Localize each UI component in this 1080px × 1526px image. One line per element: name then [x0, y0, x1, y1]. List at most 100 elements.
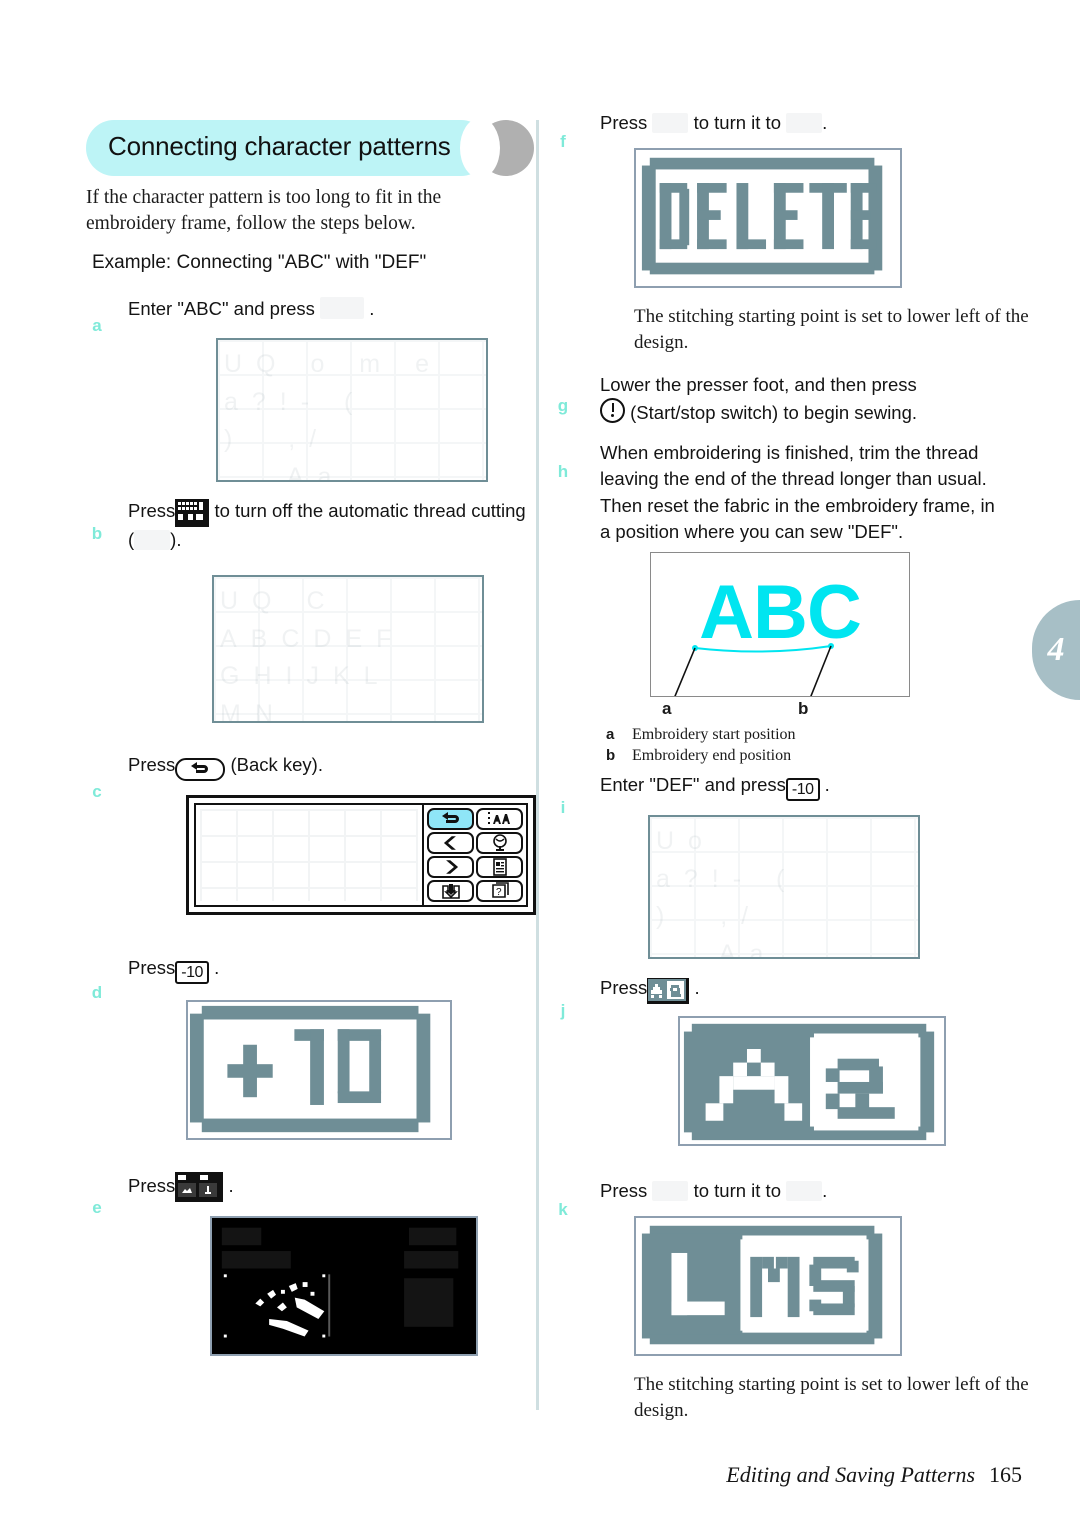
step-h-text: When embroidering is finished, trim the …: [600, 442, 995, 542]
step-g-letter: g: [557, 396, 569, 415]
step-j-lcd-case: [678, 1016, 946, 1146]
step-f: f Press to turn it to . The stitching st…: [552, 110, 1029, 356]
abc-frame: ABC: [650, 552, 910, 697]
panel-key-back-arrow-icon[interactable]: [427, 808, 474, 830]
step-d-text-1: Press: [128, 957, 176, 978]
lcd-ghost-text: UQ C ABCDEF GHIJKL MN: [220, 587, 406, 724]
panel-key-help-guide-icon[interactable]: ?: [476, 880, 523, 902]
step-i-lcd-screenshot: Uo a?!- () ,/ Aa: [648, 815, 920, 959]
step-k-text: Press to turn it to .: [600, 1178, 1022, 1204]
step-j-letter: j: [560, 1001, 566, 1020]
step-d: d Press -10 .: [86, 955, 536, 1140]
legend-text-b: Embroidery end position: [632, 746, 792, 764]
step-d-text: Press -10 .: [128, 955, 536, 984]
panel-key-needle-position-icon[interactable]: [476, 832, 523, 854]
thread-cut-off-icon: [134, 530, 171, 550]
step-f-text: Press to turn it to .: [600, 110, 1022, 136]
case-toggle-pixel-art: [680, 1018, 944, 1144]
banner-notch: [460, 118, 500, 178]
step-a-text-before: Enter "ABC" and press: [128, 298, 315, 319]
legend-text-a: Embroidery start position: [632, 726, 796, 743]
step-e-text: Press .: [128, 1172, 536, 1202]
step-k-lcd-lms: [634, 1216, 902, 1357]
step-e: e Press .: [86, 1172, 536, 1356]
step-b-text-1: Press: [128, 500, 176, 521]
step-g-text-2: (Start/stop switch) to begin sewing.: [630, 402, 918, 424]
step-e-lcd-screenshot: [210, 1216, 478, 1356]
step-c-letter: c: [92, 782, 102, 801]
step-c-text-1: Press: [128, 754, 176, 775]
panel-key-right-arrow-icon[interactable]: [427, 856, 474, 878]
plus-ten-pixel-art: [188, 1002, 450, 1138]
svg-text:?: ?: [496, 887, 502, 898]
abc-illustration: ABC a b a Embroidery start position b Embr…: [606, 552, 910, 767]
step-f-note: The stitching starting point is set to l…: [634, 306, 1029, 353]
step-d-text-2: .: [214, 957, 220, 978]
step-c: c Press (Back key). ?: [86, 752, 536, 915]
legend-key-b: b: [606, 746, 616, 764]
step-d-lcd-plus-ten: [186, 1000, 452, 1140]
step-k-text-1: Press: [600, 1180, 648, 1201]
lcd-case-key-icon: [647, 978, 690, 1004]
step-h: h When embroidering is finished, trim th…: [552, 440, 1022, 545]
legend-row: a Embroidery start position: [606, 725, 910, 746]
step-c-text: Press (Back key).: [128, 752, 536, 781]
step-i-text-1: Enter "DEF" and press: [600, 774, 786, 795]
step-d-letter: d: [91, 983, 103, 1002]
panel-key-memory-save-icon[interactable]: [427, 880, 474, 902]
step-j: j Press .: [552, 975, 1022, 1146]
step-k-note: The stitching starting point is set to l…: [634, 1374, 1029, 1421]
abc-callout-lines: [674, 643, 834, 696]
lcd-ghost: [200, 809, 418, 901]
step-e-letter: e: [92, 1198, 102, 1217]
manual-page: 4 Connecting character patterns If the c…: [0, 0, 1080, 1526]
faint-value-icon: [786, 1181, 823, 1201]
step-a-lcd-screenshot: UQ o m e a?!- () ,/ Aa: [216, 338, 488, 483]
panel-lcd-screen: [196, 805, 422, 905]
callout-label-a: a: [662, 699, 672, 718]
set-key-icon: [320, 297, 365, 319]
back-arrow-icon: [175, 758, 226, 781]
step-f-text-2: to turn it to: [693, 112, 781, 133]
page-footer: Editing and Saving Patterns 165: [0, 1462, 1022, 1488]
faint-key-icon: [652, 1181, 689, 1201]
embroidery-preview-pixel-art: [212, 1218, 476, 1354]
step-g-text: Lower the presser foot, and then press (…: [600, 372, 1022, 427]
lcd-two-key-icon: [175, 1172, 224, 1202]
minus-ten-keycap: -10: [785, 778, 820, 801]
page-number: 165: [989, 1462, 1022, 1487]
panel-key-grid: ?: [422, 805, 526, 905]
step-j-text: Press .: [600, 975, 1022, 1004]
step-f-text-1: Press: [600, 112, 648, 133]
lcd-ghost-text: Uo a?!- () ,/ Aa: [656, 827, 799, 959]
step-a: a Enter "ABC" and press . UQ o m e a?!- (…: [86, 296, 536, 483]
abc-callout-labels: a b: [650, 697, 908, 721]
abc-legend: a Embroidery start position b Embroidery e…: [606, 725, 910, 767]
step-j-text-2: .: [694, 977, 700, 998]
panel-key-lettering-edit-icon[interactable]: [476, 808, 523, 830]
step-g: g Lower the presser foot, and then press…: [552, 372, 1022, 427]
step-b: b Press to turn off the automatic thread…: [86, 498, 536, 724]
step-i: i Enter "DEF" and press -10 . Uo a?!- () ,…: [552, 772, 1022, 959]
step-a-text-after: .: [369, 298, 375, 319]
lcd-thread-cut-icon: [175, 499, 210, 527]
step-b-text: Press to turn off the automatic thread c…: [128, 498, 536, 553]
page-title: Connecting character patterns: [108, 131, 451, 161]
panel-key-left-arrow-icon[interactable]: [427, 832, 474, 854]
callout-label-b: b: [798, 699, 809, 718]
step-b-text-3: ).: [170, 529, 182, 550]
panel-key-settings-page-icon[interactable]: [476, 856, 523, 878]
step-e-text-1: Press: [128, 1175, 176, 1196]
step-k-letter: k: [558, 1200, 568, 1219]
lms-pixel-art: [636, 1218, 900, 1355]
minus-ten-keycap: -10: [175, 961, 209, 984]
step-k-text-2: to turn it to: [693, 1180, 781, 1201]
chapter-tab-number: 4: [1047, 631, 1065, 668]
lcd-ghost-text: UQ o m e a?!- () ,/ Aa: [224, 350, 443, 483]
step-f-text-3: .: [822, 112, 828, 133]
step-g-text-1: Lower the presser foot, and then press: [600, 374, 917, 395]
start-stop-switch-icon: [600, 398, 625, 424]
faint-key-icon: [652, 113, 689, 133]
delete-pixel-art: [636, 150, 900, 287]
chapter-tab: 4: [1032, 600, 1080, 700]
